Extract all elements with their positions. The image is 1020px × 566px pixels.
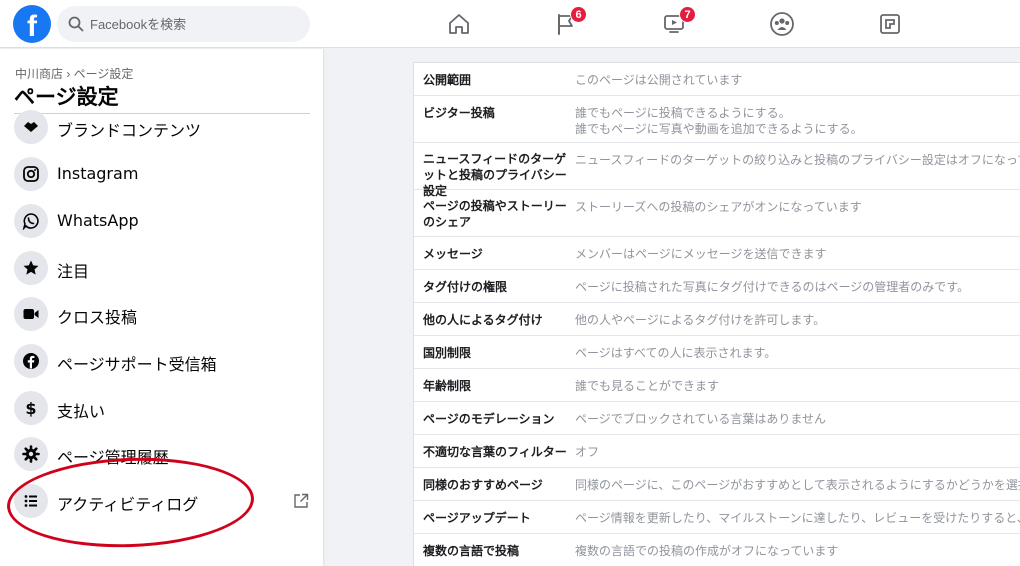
setting-value: 誰でもページに写真や動画を追加できるようにする。 [575, 122, 863, 136]
sidebar-item-label: クロス投稿 [57, 308, 138, 327]
setting-value: メンバーはページにメッセージを送信できます [575, 247, 827, 261]
list-icon [14, 484, 48, 518]
instagram-icon [14, 157, 48, 191]
facebook-icon [14, 344, 48, 378]
sidebar-item-label: WhatsApp [57, 211, 139, 230]
breadcrumb[interactable]: 中川商店 › ページ設定 [15, 65, 133, 82]
setting-label: 国別制限 [423, 346, 472, 360]
setting-label: メッセージ [423, 247, 483, 261]
setting-label: タグ付けの権限 [423, 280, 508, 294]
setting-row-page-moderation[interactable]: ページのモデレーション ページでブロックされている言葉はありません [414, 402, 1020, 435]
sidebar-item-whatsapp[interactable]: WhatsApp [8, 200, 316, 244]
sidebar-item-crossposting[interactable]: クロス投稿 [8, 293, 316, 337]
watch-notification-badge: 7 [679, 6, 696, 23]
setting-label: 複数の言語で投稿 [423, 544, 520, 558]
star-icon [14, 251, 48, 285]
sidebar-item-activity-log[interactable]: アクティビティログ [8, 480, 316, 524]
setting-label: ビジター投稿 [423, 106, 495, 120]
setting-value: 誰でもページに投稿できるようにする。 [575, 106, 791, 120]
setting-value: ページに投稿された写真にタグ付けできるのはページの管理者のみです。 [575, 280, 970, 294]
nav-gaming[interactable] [860, 6, 920, 42]
setting-row-page-updates[interactable]: ページアップデート ページ情報を更新したり、マイルストーンに達したり、レビューを… [414, 501, 1020, 534]
setting-row-profanity-filter[interactable]: 不適切な言葉のフィルター オフ [414, 435, 1020, 468]
nav-pages[interactable]: 6 [536, 6, 596, 42]
video-camera-icon [14, 297, 48, 331]
setting-value: ストーリーズへの投稿のシェアがオンになっています [575, 200, 862, 214]
nav-watch[interactable]: 7 [644, 6, 704, 42]
sidebar-item-label: ページ管理履歴 [57, 448, 169, 467]
external-link-icon[interactable] [292, 492, 310, 510]
setting-row-post-story-sharing[interactable]: ページの投稿やストーリーのシェア ストーリーズへの投稿のシェアがオンになっていま… [414, 190, 1020, 237]
setting-label: ページアップデート [423, 511, 531, 525]
sidebar-item-branded-content[interactable]: ブランドコンテンツ [8, 106, 316, 150]
setting-row-tagging-ability[interactable]: タグ付けの権限 ページに投稿された写真にタグ付けできるのはページの管理者のみです… [414, 270, 1020, 303]
general-settings-panel: 公開範囲 このページは公開されています ビジター投稿 誰でもページに投稿できるよ… [413, 62, 1020, 566]
home-icon [449, 14, 469, 34]
whatsapp-icon [14, 204, 48, 238]
sidebar-item-page-support-inbox[interactable]: ページサポート受信箱 [8, 340, 316, 384]
setting-row-visitor-posts[interactable]: ビジター投稿 誰でもページに投稿できるようにする。 誰でもページに写真や動画を追… [414, 96, 1020, 143]
setting-row-age-restrictions[interactable]: 年齢制限 誰でも見ることができます [414, 369, 1020, 402]
nav-home[interactable] [429, 6, 489, 42]
search-input[interactable] [90, 6, 300, 42]
setting-value: 誰でも見ることができます [575, 379, 720, 393]
sidebar-item-label: アクティビティログ [57, 495, 199, 514]
sidebar-item-featured[interactable]: 注目 [8, 247, 316, 291]
setting-row-country-restrictions[interactable]: 国別制限 ページはすべての人に表示されます。 [414, 336, 1020, 369]
search-icon [68, 16, 84, 32]
sidebar-item-label: Instagram [57, 164, 139, 183]
setting-value: ページはすべての人に表示されます。 [575, 346, 777, 360]
setting-label: 公開範囲 [423, 73, 472, 87]
setting-label: 他の人によるタグ付け [423, 313, 543, 327]
setting-value: 複数の言語での投稿の作成がオフになっています [575, 544, 839, 558]
setting-value: 同様のページに、このページがおすすめとして表示されるようにするかどうかを選択でき… [575, 478, 1020, 492]
setting-value: 他の人やページによるタグ付けを許可します。 [575, 313, 826, 327]
handshake-icon [14, 110, 48, 144]
setting-label: ページの投稿やストーリーのシェア [423, 199, 567, 229]
setting-row-others-tagging[interactable]: 他の人によるタグ付け 他の人やページによるタグ付けを許可します。 [414, 303, 1020, 336]
setting-label: 不適切な言葉のフィルター [423, 445, 567, 459]
sidebar-item-payments[interactable]: $ 支払い [8, 387, 316, 431]
search-box[interactable] [57, 6, 310, 42]
settings-sidebar: 中川商店 › ページ設定 ページ設定 ブランドコンテンツ Instagram W… [0, 49, 323, 566]
setting-value: ニュースフィードのターゲットの絞り込みと投稿のプライバシー設定はオフになっていま… [575, 153, 1020, 167]
sidebar-item-label: ブランドコンテンツ [57, 121, 202, 140]
setting-row-similar-page-suggestions[interactable]: 同様のおすすめページ 同様のページに、このページがおすすめとして表示されるように… [414, 468, 1020, 501]
setting-row-visibility[interactable]: 公開範囲 このページは公開されています [414, 63, 1020, 96]
sidebar-item-label: ページサポート受信箱 [57, 355, 217, 374]
nav-groups[interactable] [752, 6, 812, 42]
setting-row-multilingual-posts[interactable]: 複数の言語で投稿 複数の言語での投稿の作成がオフになっています [414, 534, 1020, 566]
sidebar-item-page-management-history[interactable]: ページ管理履歴 [8, 433, 316, 477]
groups-icon [770, 12, 794, 36]
gaming-icon [880, 14, 900, 34]
sidebar-item-instagram[interactable]: Instagram [8, 153, 316, 197]
setting-value: ページでブロックされている言葉はありません [575, 412, 827, 426]
top-navigation-bar: f 6 7 [0, 0, 1020, 48]
setting-value: このページは公開されています [575, 73, 743, 87]
sidebar-item-label: 注目 [57, 262, 90, 281]
gear-icon [14, 437, 48, 471]
pages-notification-badge: 6 [570, 6, 587, 23]
setting-label: 同様のおすすめページ [423, 478, 543, 492]
setting-value: ページ情報を更新したり、マイルストーンに達したり、レビューを受けたりすると、自動… [575, 511, 1020, 525]
setting-value: オフ [575, 445, 600, 459]
setting-label: ページのモデレーション [423, 412, 555, 426]
setting-row-messages[interactable]: メッセージ メンバーはページにメッセージを送信できます [414, 237, 1020, 270]
setting-label: 年齢制限 [423, 379, 472, 393]
sidebar-item-label: 支払い [57, 402, 106, 421]
setting-row-news-feed-targeting[interactable]: ニュースフィードのターゲットと投稿のプライバシー設定 ニュースフィードのターゲッ… [414, 143, 1020, 198]
dollar-icon: $ [14, 391, 48, 425]
facebook-logo[interactable]: f [13, 5, 51, 43]
